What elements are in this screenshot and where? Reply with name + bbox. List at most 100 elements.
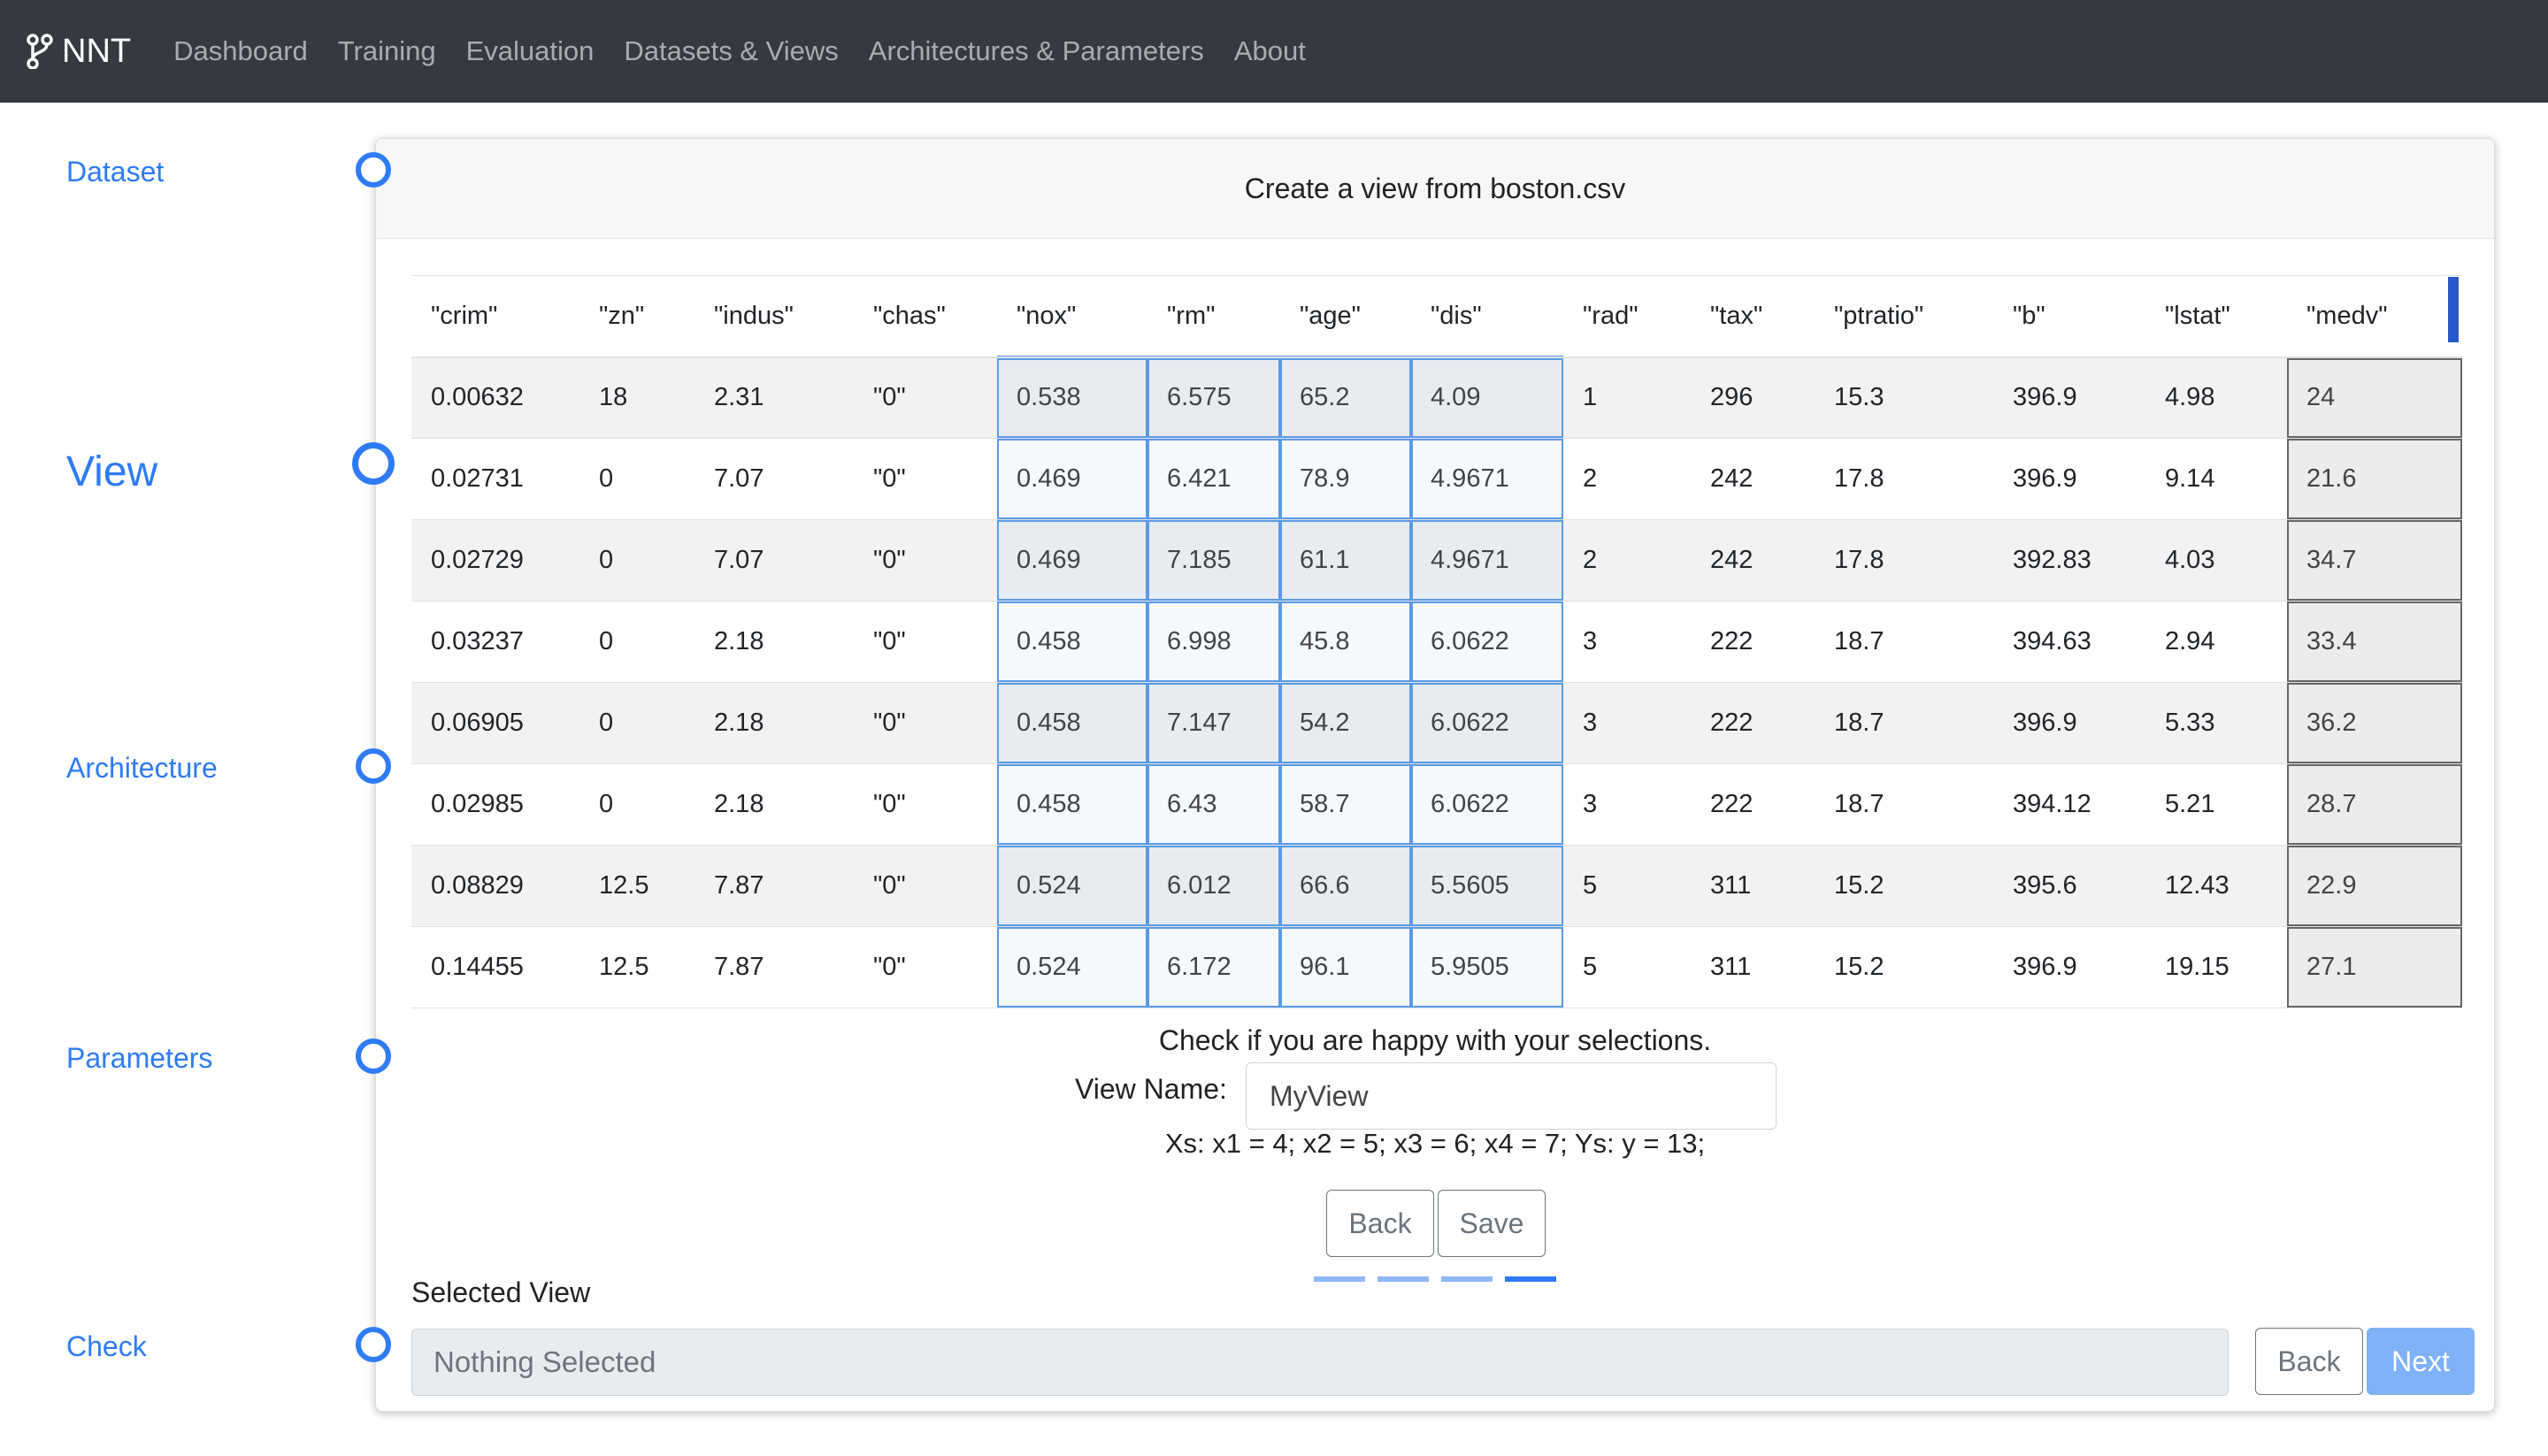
table-cell[interactable]: "0": [854, 927, 997, 1008]
table-cell[interactable]: 18.7: [1815, 602, 1993, 683]
table-cell[interactable]: 394.63: [1993, 602, 2145, 683]
nav-link-datasets-views[interactable]: Datasets & Views: [624, 35, 838, 67]
nav-link-dashboard[interactable]: Dashboard: [173, 35, 308, 67]
step-dot-dataset[interactable]: [356, 152, 391, 188]
table-cell[interactable]: 5.21: [2145, 764, 2287, 846]
table-cell[interactable]: 6.0622: [1411, 601, 1563, 683]
table-cell[interactable]: 0.14455: [411, 927, 579, 1008]
table-cell[interactable]: 396.9: [1993, 927, 2145, 1008]
table-cell[interactable]: 394.12: [1993, 764, 2145, 846]
table-cell[interactable]: 396.9: [1993, 357, 2145, 439]
table-cell[interactable]: 396.9: [1993, 439, 2145, 520]
column-header[interactable]: "indus": [695, 276, 854, 357]
table-cell[interactable]: 3: [1563, 683, 1691, 764]
table-cell[interactable]: 7.07: [695, 439, 854, 520]
table-cell[interactable]: 0.06905: [411, 683, 579, 764]
table-cell[interactable]: 9.14: [2145, 439, 2287, 520]
table-cell[interactable]: 3: [1563, 764, 1691, 846]
table-cell[interactable]: 18.7: [1815, 764, 1993, 846]
table-cell[interactable]: 22.9: [2287, 845, 2462, 927]
table-cell[interactable]: "0": [854, 764, 997, 846]
table-cell[interactable]: 2.18: [695, 764, 854, 846]
table-cell[interactable]: 36.2: [2287, 682, 2462, 764]
table-cell[interactable]: 0.08829: [411, 846, 579, 927]
check-back-button[interactable]: Back: [1326, 1190, 1434, 1257]
table-cell[interactable]: 0: [579, 602, 695, 683]
table-cell[interactable]: 0.458: [997, 601, 1147, 683]
table-cell[interactable]: 222: [1691, 764, 1815, 846]
table-cell[interactable]: 2: [1563, 520, 1691, 602]
step-dot-check[interactable]: [356, 1327, 391, 1362]
table-cell[interactable]: 0.00632: [411, 357, 579, 439]
table-cell[interactable]: 17.8: [1815, 520, 1993, 602]
table-cell[interactable]: 12.43: [2145, 846, 2287, 927]
column-header[interactable]: "nox": [997, 276, 1147, 357]
table-cell[interactable]: 4.9671: [1411, 519, 1563, 602]
table-cell[interactable]: 19.15: [2145, 927, 2287, 1008]
step-label-check[interactable]: Check: [66, 1330, 147, 1363]
table-cell[interactable]: 0.02731: [411, 439, 579, 520]
table-cell[interactable]: "0": [854, 520, 997, 602]
table-cell[interactable]: 61.1: [1280, 519, 1411, 602]
table-cell[interactable]: 17.8: [1815, 439, 1993, 520]
table-cell[interactable]: "0": [854, 439, 997, 520]
next-button[interactable]: Next: [2367, 1328, 2475, 1395]
table-cell[interactable]: 395.6: [1993, 846, 2145, 927]
table-cell[interactable]: 7.147: [1147, 682, 1280, 764]
data-table-container[interactable]: "crim" "zn" "indus" "chas" "nox" "rm" "age" "di…: [411, 275, 2462, 1138]
column-header[interactable]: "zn": [579, 276, 695, 357]
table-cell[interactable]: 7.87: [695, 846, 854, 927]
table-cell[interactable]: 6.012: [1147, 845, 1280, 927]
table-cell[interactable]: 0: [579, 439, 695, 520]
nav-link-training[interactable]: Training: [338, 35, 436, 67]
table-cell[interactable]: 6.0622: [1411, 763, 1563, 846]
table-cell[interactable]: 7.185: [1147, 519, 1280, 602]
table-cell[interactable]: 12.5: [579, 927, 695, 1008]
table-cell[interactable]: 0.02729: [411, 520, 579, 602]
table-cell[interactable]: 5.5605: [1411, 845, 1563, 927]
table-cell[interactable]: 45.8: [1280, 601, 1411, 683]
table-cell[interactable]: 5: [1563, 846, 1691, 927]
step-dot-architecture[interactable]: [356, 748, 391, 784]
table-cell[interactable]: 0.524: [997, 926, 1147, 1008]
table-cell[interactable]: 4.03: [2145, 520, 2287, 602]
table-cell[interactable]: "0": [854, 602, 997, 683]
view-name-input[interactable]: [1246, 1062, 1777, 1130]
step-label-parameters[interactable]: Parameters: [66, 1042, 212, 1075]
table-cell[interactable]: 65.2: [1280, 356, 1411, 439]
table-cell[interactable]: 4.09: [1411, 356, 1563, 439]
table-cell[interactable]: 15.3: [1815, 357, 1993, 439]
table-cell[interactable]: 0.458: [997, 682, 1147, 764]
table-cell[interactable]: 12.5: [579, 846, 695, 927]
table-cell[interactable]: 0.458: [997, 763, 1147, 846]
column-header[interactable]: "rad": [1563, 276, 1691, 357]
table-cell[interactable]: 396.9: [1993, 683, 2145, 764]
column-header[interactable]: "lstat": [2145, 276, 2287, 357]
table-cell[interactable]: 7.87: [695, 927, 854, 1008]
table-cell[interactable]: 6.421: [1147, 438, 1280, 520]
table-cell[interactable]: 7.07: [695, 520, 854, 602]
table-cell[interactable]: 4.98: [2145, 357, 2287, 439]
back-button[interactable]: Back: [2255, 1328, 2363, 1395]
table-cell[interactable]: 4.9671: [1411, 438, 1563, 520]
table-cell[interactable]: 2.18: [695, 602, 854, 683]
table-cell[interactable]: 0.03237: [411, 602, 579, 683]
table-cell[interactable]: 2.31: [695, 357, 854, 439]
table-scrollbar[interactable]: [2448, 277, 2459, 342]
table-cell[interactable]: 18.7: [1815, 683, 1993, 764]
table-cell[interactable]: 34.7: [2287, 519, 2462, 602]
table-cell[interactable]: 5: [1563, 927, 1691, 1008]
table-cell[interactable]: 15.2: [1815, 846, 1993, 927]
table-cell[interactable]: "0": [854, 846, 997, 927]
table-cell[interactable]: 0.469: [997, 438, 1147, 520]
table-cell[interactable]: 18: [579, 357, 695, 439]
column-header[interactable]: "ptratio": [1815, 276, 1993, 357]
step-dot-parameters[interactable]: [356, 1038, 391, 1074]
table-cell[interactable]: "0": [854, 357, 997, 439]
table-cell[interactable]: 222: [1691, 683, 1815, 764]
table-cell[interactable]: 296: [1691, 357, 1815, 439]
table-cell[interactable]: 0: [579, 683, 695, 764]
table-cell[interactable]: 15.2: [1815, 927, 1993, 1008]
step-label-architecture[interactable]: Architecture: [66, 752, 218, 785]
column-header[interactable]: "dis": [1411, 276, 1563, 357]
